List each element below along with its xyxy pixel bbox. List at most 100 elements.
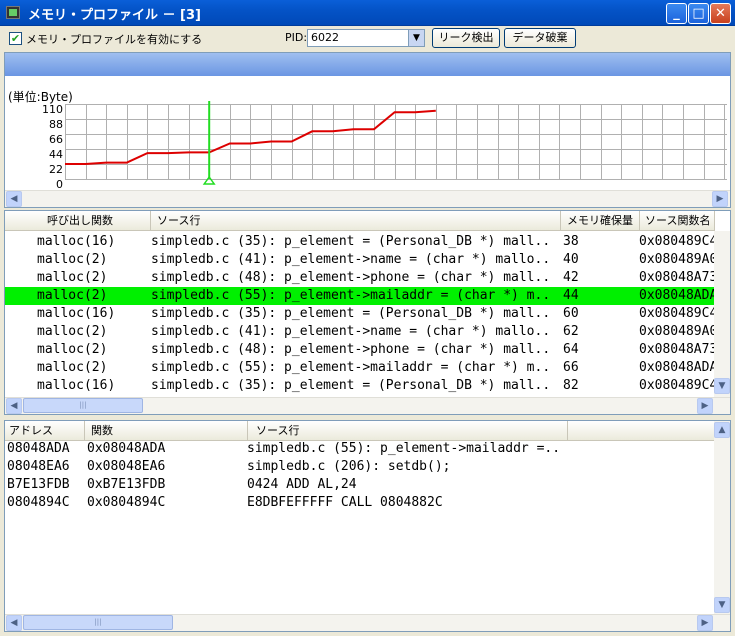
function-cell: 0x08048ADA <box>87 441 166 456</box>
stack-horizontal-scrollbar[interactable]: ◀ ||| ▶ <box>5 614 730 631</box>
source-line-cell: simpledb.c (35): p_element = (Personal_D… <box>151 234 551 249</box>
window-title: メモリ・プロファイル － [3] <box>28 8 201 23</box>
source-line-cell: simpledb.c (35): p_element = (Personal_D… <box>151 378 551 393</box>
minimize-button[interactable]: _ <box>666 3 687 24</box>
table-row[interactable]: 0804894C 0x0804894C E8DBFEFFFFF CALL 08048… <box>5 494 715 512</box>
caller-cell: malloc(16) <box>37 234 116 249</box>
table-row[interactable]: malloc(16) simpledb.c (35): p_element = (… <box>5 305 715 323</box>
source-line-cell: simpledb.c (48): p_element->phone = (cha… <box>151 270 551 285</box>
column-header-source-line[interactable]: ソース行 <box>151 211 561 231</box>
function-cell: 0xB7E13FDB <box>87 477 166 492</box>
maximize-button[interactable]: □ <box>688 3 709 24</box>
address-cell: 08048ADA <box>7 441 70 456</box>
caller-cell: malloc(16) <box>37 378 116 393</box>
alloc-size-cell: 82 <box>563 378 579 393</box>
table-row[interactable]: malloc(2) simpledb.c (55): p_element->mai… <box>5 359 715 377</box>
column-header-source-line[interactable]: ソース行 <box>248 421 568 441</box>
allocation-call-table: 呼び出し関数 ソース行 メモリ確保量 ソース関数名 malloc(16) simp… <box>4 210 731 415</box>
table-row[interactable]: malloc(2) simpledb.c (55): p_element->mai… <box>5 287 715 305</box>
stack-table-header: アドレス 関数 ソース行 <box>5 421 715 441</box>
column-header-source-func[interactable]: ソース関数名 <box>640 211 715 231</box>
call-table-header: 呼び出し関数 ソース行 メモリ確保量 ソース関数名 <box>5 211 715 231</box>
source-line-cell: simpledb.c (41): p_element->name = (char… <box>151 324 551 339</box>
alloc-size-cell: 64 <box>563 342 579 357</box>
source-func-cell: 0x08048ADA <box>639 288 715 303</box>
scroll-right-button[interactable]: ▶ <box>697 398 713 414</box>
function-cell: 0x0804894C <box>87 495 166 510</box>
address-cell: B7E13FDB <box>7 477 70 492</box>
scroll-right-button[interactable]: ▶ <box>712 191 728 207</box>
source-line-cell: simpledb.c (55): p_element->mailaddr = (… <box>151 360 551 375</box>
source-line-cell: E8DBFEFFFFF CALL 0804882C <box>247 495 443 510</box>
table-row[interactable]: B7E13FDB 0xB7E13FDB 0424 ADD AL,24 <box>5 476 715 494</box>
address-cell: 0804894C <box>7 495 70 510</box>
alloc-size-cell: 42 <box>563 270 579 285</box>
source-line-cell: simpledb.c (55): p_element->mailaddr = (… <box>151 288 551 303</box>
scroll-left-button[interactable]: ◀ <box>6 398 22 414</box>
source-line-cell: simpledb.c (41): p_element->name = (char… <box>151 252 551 267</box>
discard-data-button[interactable]: データ破棄 <box>504 28 576 48</box>
table-row[interactable]: 08048EA6 0x08048EA6 simpledb.c (206): setd… <box>5 458 715 476</box>
caller-cell: malloc(2) <box>37 360 108 375</box>
scroll-left-button[interactable]: ◀ <box>6 615 22 631</box>
alloc-size-cell: 44 <box>563 288 579 303</box>
caller-cell: malloc(2) <box>37 270 108 285</box>
enable-profile-checkbox[interactable]: ✔ <box>9 32 22 45</box>
scroll-up-button[interactable]: ▲ <box>714 422 730 438</box>
table-row[interactable]: malloc(2) simpledb.c (48): p_element->pho… <box>5 269 715 287</box>
function-cell: 0x08048EA6 <box>87 459 166 474</box>
call-horizontal-scrollbar[interactable]: ◀ ||| ▶ <box>5 397 730 414</box>
source-func-cell: 0x080489A0E <box>639 324 715 339</box>
table-row[interactable]: malloc(16) simpledb.c (35): p_element = (… <box>5 233 715 251</box>
scroll-thumb[interactable]: ||| <box>23 398 143 413</box>
chart-horizontal-scrollbar[interactable]: ◀ ▶ <box>5 190 730 207</box>
table-row[interactable]: malloc(2) simpledb.c (41): p_element->nam… <box>5 323 715 341</box>
source-func-cell: 0x08048A73 <box>639 270 715 285</box>
app-icon <box>6 6 20 19</box>
y-tick-label: 88 <box>49 118 63 131</box>
table-row[interactable]: malloc(16) simpledb.c (35): p_element = (… <box>5 377 715 395</box>
table-row[interactable]: 08048ADA 0x08048ADA simpledb.c (55): p_ele… <box>5 440 715 458</box>
enable-profile-label[interactable]: メモリ・プロファイルを有効にする <box>26 31 202 47</box>
column-header-alloc-size[interactable]: メモリ確保量 <box>561 211 640 231</box>
chevron-down-icon[interactable]: ▼ <box>408 30 424 46</box>
title-bar[interactable]: メモリ・プロファイル － [3] _ □ ✕ <box>0 0 735 26</box>
y-tick-label: 66 <box>49 133 63 146</box>
call-vertical-scrollbar[interactable]: ▼ <box>714 231 730 398</box>
close-button[interactable]: ✕ <box>710 3 731 24</box>
scroll-down-button[interactable]: ▼ <box>714 597 730 613</box>
source-func-cell: 0x08048ADA <box>639 360 715 375</box>
scroll-down-button[interactable]: ▼ <box>714 378 730 394</box>
pid-value: 6022 <box>311 31 339 44</box>
source-func-cell: 0x08048A73 <box>639 342 715 357</box>
leak-detect-button[interactable]: リーク検出 <box>432 28 500 48</box>
scroll-right-button[interactable]: ▶ <box>697 615 713 631</box>
y-tick-label: 22 <box>49 163 63 176</box>
caller-cell: malloc(16) <box>37 306 116 321</box>
column-header-caller[interactable]: 呼び出し関数 <box>5 211 151 231</box>
y-tick-label: 44 <box>49 148 63 161</box>
source-func-cell: 0x080489A0E <box>639 252 715 267</box>
source-line-cell: simpledb.c (206): setdb(); <box>247 459 451 474</box>
table-row[interactable]: malloc(2) simpledb.c (41): p_element->nam… <box>5 251 715 269</box>
column-header-function[interactable]: 関数 <box>85 421 248 441</box>
memory-usage-chart <box>65 101 727 185</box>
scroll-left-button[interactable]: ◀ <box>6 191 22 207</box>
scroll-thumb[interactable]: ||| <box>23 615 173 630</box>
caller-cell: malloc(2) <box>37 288 108 303</box>
address-cell: 08048EA6 <box>7 459 70 474</box>
stack-vertical-scrollbar[interactable]: ▲ ▼ <box>714 421 730 614</box>
memory-chart-panel: (単位:Byte) 110 88 66 44 22 0 ◀ ▶ <box>4 52 731 208</box>
source-line-cell: simpledb.c (48): p_element->phone = (cha… <box>151 342 551 357</box>
table-row[interactable]: malloc(2) simpledb.c (48): p_element->pho… <box>5 341 715 359</box>
y-tick-label: 110 <box>42 103 63 116</box>
column-header-address[interactable]: アドレス <box>5 421 85 441</box>
caller-cell: malloc(2) <box>37 324 108 339</box>
cursor-marker-icon <box>202 175 216 185</box>
alloc-size-cell: 62 <box>563 324 579 339</box>
caller-cell: malloc(2) <box>37 252 108 267</box>
source-func-cell: 0x080489C4 <box>639 306 715 321</box>
chart-header-bar <box>5 53 730 76</box>
source-line-cell: simpledb.c (55): p_element->mailaddr =.. <box>247 441 561 456</box>
pid-select[interactable]: 6022 ▼ <box>307 29 425 47</box>
